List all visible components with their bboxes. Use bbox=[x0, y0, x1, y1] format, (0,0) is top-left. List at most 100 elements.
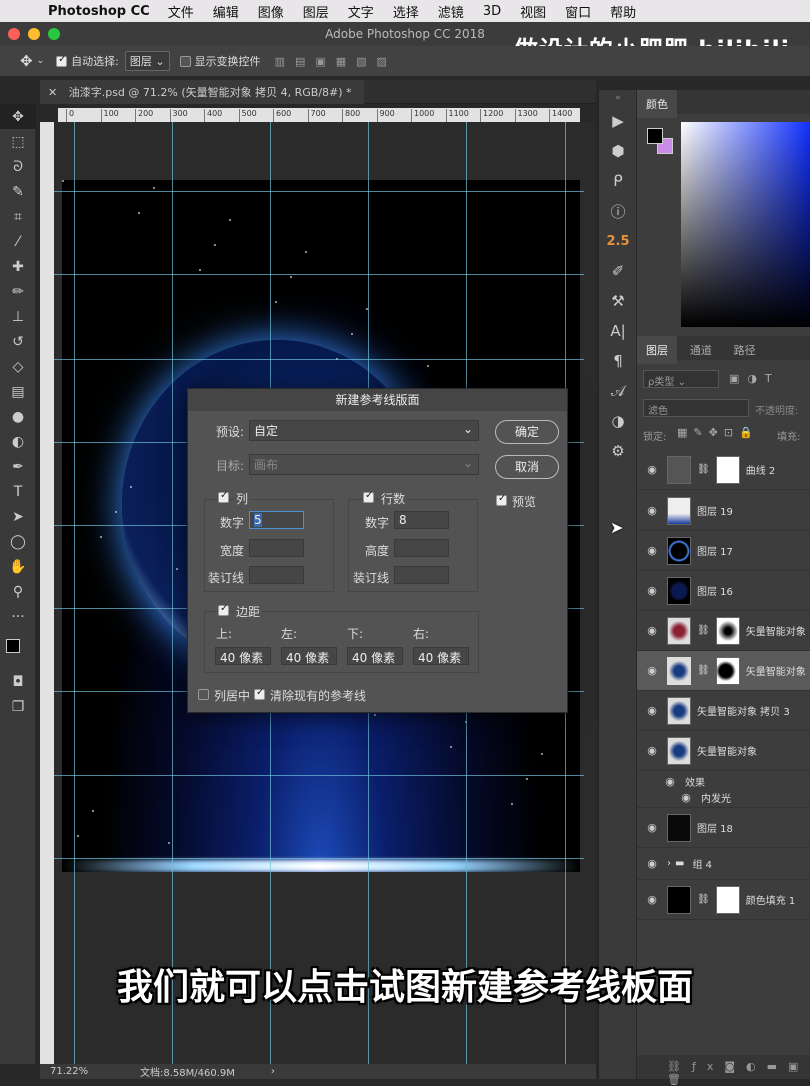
menu-file[interactable]: 文件 bbox=[168, 2, 194, 21]
margin-checkbox[interactable] bbox=[218, 603, 229, 616]
move-tool-icon[interactable]: ✥ bbox=[0, 104, 36, 129]
rows-number-input[interactable]: 8 bbox=[394, 511, 449, 529]
expand-chevron-icon[interactable]: › bbox=[667, 858, 671, 869]
blur-tool-icon[interactable]: ● bbox=[0, 404, 36, 429]
layer-row[interactable]: ◉ 矢量智能对象 拷贝 3 bbox=[637, 691, 810, 731]
visibility-eye-icon[interactable]: ◉ bbox=[637, 704, 667, 717]
menu-select[interactable]: 选择 bbox=[393, 2, 419, 21]
layer-row[interactable]: ◉ 图层 16 bbox=[637, 571, 810, 611]
type-tool-icon[interactable]: T bbox=[0, 479, 36, 504]
margin-bottom-input[interactable]: 40 像素 bbox=[347, 647, 403, 665]
menu-edit[interactable]: 编辑 bbox=[213, 2, 239, 21]
visibility-eye-icon[interactable]: ◉ bbox=[637, 504, 667, 517]
menu-help[interactable]: 帮助 bbox=[610, 2, 636, 21]
rows-height-input[interactable] bbox=[394, 539, 449, 557]
layer-row-selected[interactable]: ◉ ⛓ 矢量智能对象 bbox=[637, 651, 810, 691]
layer-row[interactable]: ◉ ⛓ 颜色填充 1 bbox=[637, 880, 810, 920]
quick-select-tool-icon[interactable]: ✎ bbox=[0, 179, 36, 204]
info-icon[interactable]: ⓘ bbox=[599, 196, 637, 226]
layer-row[interactable]: ◉ 矢量智能对象 bbox=[637, 731, 810, 771]
status-menu-chevron-icon[interactable]: › bbox=[271, 1066, 275, 1077]
layer-group-row[interactable]: ◉ › ▬ 组 4 bbox=[637, 848, 810, 880]
target-select[interactable]: 画布 ⌄ bbox=[249, 454, 479, 475]
auto-select-dropdown[interactable]: 图层 ⌄ bbox=[124, 51, 170, 71]
center-columns-checkbox[interactable] bbox=[198, 689, 209, 700]
brush-size-value[interactable]: 2.5 bbox=[599, 226, 637, 256]
screen-mode-icon[interactable]: ❐ bbox=[0, 694, 36, 719]
pen-tool-icon[interactable]: ✒ bbox=[0, 454, 36, 479]
visibility-eye-icon[interactable]: ◉ bbox=[637, 664, 667, 677]
tab-channels[interactable]: 通道 bbox=[681, 336, 721, 364]
brush-tool-icon[interactable]: ✏ bbox=[0, 279, 36, 304]
crop-tool-icon[interactable]: ⌗ bbox=[0, 204, 36, 229]
history-brush-tool-icon[interactable]: ↺ bbox=[0, 329, 36, 354]
columns-checkbox[interactable] bbox=[218, 490, 229, 503]
gradient-tool-icon[interactable]: ▤ bbox=[0, 379, 36, 404]
columns-number-input[interactable]: 5 bbox=[249, 511, 304, 529]
preset-select[interactable]: 自定 ⌄ bbox=[249, 420, 479, 441]
tab-color[interactable]: 颜色 bbox=[637, 90, 677, 118]
3d-cube-icon[interactable]: ⬢ bbox=[599, 136, 637, 166]
visibility-eye-icon[interactable]: ◉ bbox=[637, 463, 667, 476]
margin-left-input[interactable]: 40 像素 bbox=[281, 647, 337, 665]
layer-row[interactable]: ◉ 图层 18 bbox=[637, 808, 810, 848]
columns-gutter-input[interactable] bbox=[249, 566, 304, 584]
document-tab[interactable]: ✕ 油漆字.psd @ 71.2% (矢量智能对象 拷贝 4, RGB/8#) … bbox=[40, 80, 364, 104]
play-actions-icon[interactable]: ▶ bbox=[599, 106, 637, 136]
columns-width-input[interactable] bbox=[249, 539, 304, 557]
layers-footer-icons[interactable]: ⛓ƒx◙◐▬▣🗑 bbox=[637, 1055, 810, 1086]
healing-brush-tool-icon[interactable]: ✚ bbox=[0, 254, 36, 279]
menu-type[interactable]: 文字 bbox=[348, 2, 374, 21]
menu-view[interactable]: 视图 bbox=[520, 2, 546, 21]
preview-checkbox[interactable] bbox=[496, 493, 507, 506]
tab-paths[interactable]: 路径 bbox=[725, 336, 765, 364]
character-icon[interactable]: A| bbox=[599, 316, 637, 346]
path-select-tool-icon[interactable]: ➤ bbox=[0, 504, 36, 529]
adjustments-icon[interactable]: ◑ bbox=[599, 406, 637, 436]
tool-presets-icon[interactable]: ⚒ bbox=[599, 286, 637, 316]
visibility-eye-icon[interactable]: ◉ bbox=[637, 744, 667, 757]
color-field[interactable] bbox=[681, 122, 810, 327]
eraser-tool-icon[interactable]: ◇ bbox=[0, 354, 36, 379]
layer-filter-select[interactable]: ρ类型 ⌄ bbox=[643, 370, 719, 388]
quick-mask-icon[interactable]: ◘ bbox=[0, 669, 36, 694]
margin-top-input[interactable]: 40 像素 bbox=[215, 647, 271, 665]
clear-guides-checkbox[interactable] bbox=[254, 687, 265, 700]
visibility-eye-icon[interactable]: ◉ bbox=[637, 821, 667, 834]
collapse-panels-icon[interactable]: « bbox=[599, 90, 637, 106]
marquee-tool-icon[interactable]: ⬚ bbox=[0, 129, 36, 154]
menu-3d[interactable]: 3D bbox=[483, 4, 501, 19]
app-name[interactable]: Photoshop CC bbox=[48, 4, 150, 19]
menu-filter[interactable]: 滤镜 bbox=[438, 2, 464, 21]
align-icons[interactable]: ▥▤▣▦▧▨ bbox=[275, 55, 397, 68]
tool-preset-chevron-icon[interactable]: ⌄ bbox=[37, 56, 45, 66]
foreground-color-swatch[interactable] bbox=[6, 639, 20, 653]
visibility-eye-icon[interactable]: ◉ bbox=[637, 544, 667, 557]
foreground-color[interactable] bbox=[647, 128, 663, 144]
eyedropper-tool-icon[interactable]: ⁄ bbox=[0, 229, 36, 254]
ok-button[interactable]: 确定 bbox=[495, 420, 559, 444]
visibility-eye-icon[interactable]: ◉ bbox=[637, 893, 667, 906]
menu-layer[interactable]: 图层 bbox=[303, 2, 329, 21]
menu-window[interactable]: 窗口 bbox=[565, 2, 591, 21]
ellipse-tool-icon[interactable]: ◯ bbox=[0, 529, 36, 554]
tab-layers[interactable]: 图层 bbox=[637, 336, 677, 364]
menu-image[interactable]: 图像 bbox=[258, 2, 284, 21]
visibility-eye-icon[interactable]: ◉ bbox=[637, 624, 667, 637]
layer-filter-icons[interactable]: ▣◑T bbox=[729, 372, 780, 385]
brush-settings-icon[interactable]: ✐ bbox=[599, 256, 637, 286]
properties-icon[interactable]: ⚙ bbox=[599, 436, 637, 466]
layer-row[interactable]: ◉ 图层 19 bbox=[637, 491, 810, 531]
visibility-eye-icon[interactable]: ◉ bbox=[637, 857, 667, 870]
visibility-eye-icon[interactable]: ◉ bbox=[655, 775, 685, 788]
color-swatches[interactable] bbox=[0, 629, 36, 669]
hand-tool-icon[interactable]: ✋ bbox=[0, 554, 36, 579]
paragraph-icon[interactable]: ¶ bbox=[599, 346, 637, 376]
zoom-level[interactable]: 71.22% bbox=[50, 1066, 140, 1077]
blend-mode-select[interactable]: 滤色 bbox=[643, 399, 749, 417]
close-tab-icon[interactable]: ✕ bbox=[48, 86, 57, 99]
cancel-button[interactable]: 取消 bbox=[495, 455, 559, 479]
rows-checkbox[interactable] bbox=[363, 490, 374, 503]
show-transform-checkbox[interactable] bbox=[179, 55, 191, 67]
lock-icons[interactable]: ▦✎✥⊡🔒 bbox=[677, 426, 759, 439]
